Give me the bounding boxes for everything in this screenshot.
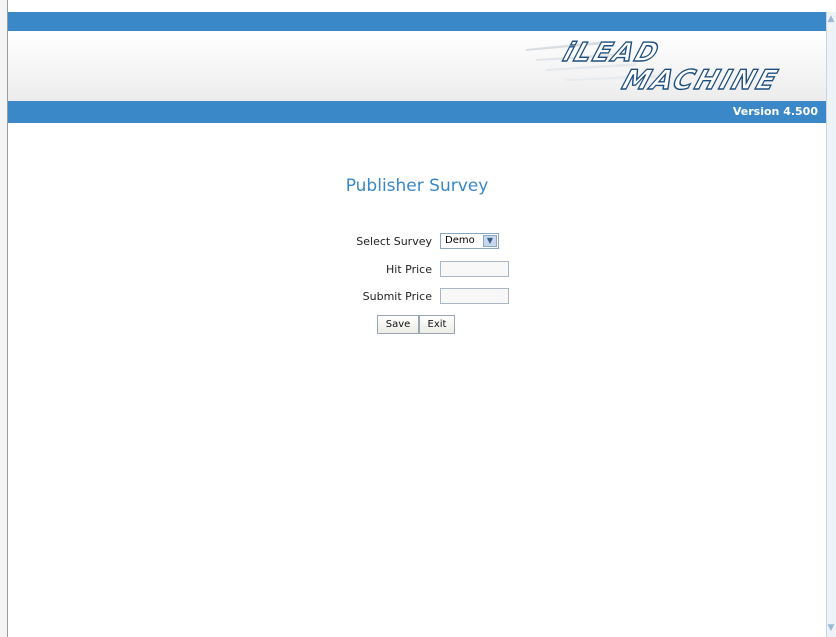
scroll-down-icon[interactable]: ▼ (826, 621, 836, 635)
top-banner-strip (8, 12, 826, 31)
page-title: Publisher Survey (345, 176, 489, 196)
logo: iLEAD MACHINE (526, 37, 784, 97)
select-survey-row: Select Survey Demo ▼ (8, 233, 826, 253)
scroll-up-icon[interactable]: ▲ (826, 12, 836, 26)
exit-button[interactable]: Exit (419, 315, 455, 334)
window-left-border (0, 0, 8, 637)
button-row: Save Exit (8, 315, 826, 335)
save-button[interactable]: Save (377, 315, 419, 334)
hit-price-row: Hit Price (8, 261, 826, 281)
select-survey-value: Demo (445, 235, 475, 246)
submit-price-label: Submit Price (362, 290, 432, 303)
select-survey-label: Select Survey (356, 235, 432, 248)
submit-price-row: Submit Price (8, 288, 826, 308)
vertical-scrollbar[interactable] (826, 12, 836, 637)
logo-wordmark-2: MACHINE (618, 64, 783, 96)
header: iLEAD MACHINE (8, 31, 826, 101)
submit-price-input[interactable] (440, 288, 509, 304)
select-survey-dropdown[interactable]: Demo ▼ (440, 233, 499, 249)
version-label: Version 4.500 (732, 105, 818, 118)
chevron-down-icon[interactable]: ▼ (483, 235, 497, 247)
hit-price-input[interactable] (440, 261, 509, 277)
version-bar: Version 4.500 (8, 101, 826, 123)
hit-price-label: Hit Price (386, 263, 432, 276)
